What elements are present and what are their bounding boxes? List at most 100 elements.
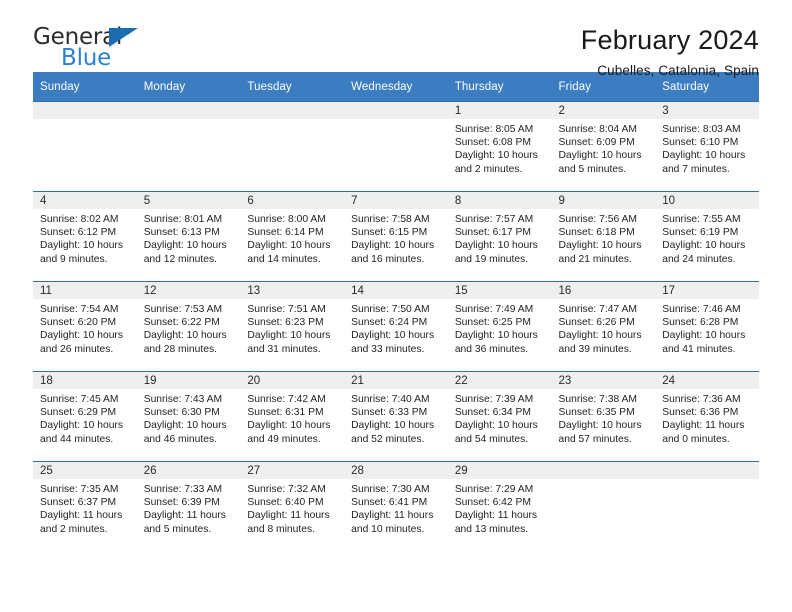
sunset-time: Sunset: 6:19 PM	[662, 227, 739, 239]
daylight-duration-line2: and 31 minutes.	[247, 343, 321, 355]
day-number: 22	[447, 372, 552, 389]
calendar-day-cell[interactable]: 26 Sunrise: 7:33 AM Sunset: 6:39 PM Dayligh…	[136, 461, 241, 551]
daylight-duration-line1: Daylight: 10 hours	[247, 420, 331, 432]
sunrise-time: Sunrise: 7:42 AM	[247, 394, 326, 405]
sunrise-time: Sunrise: 7:39 AM	[454, 394, 534, 405]
daylight-duration-line2: and 2 minutes.	[40, 523, 108, 535]
daylight-duration-line2: and 28 minutes.	[143, 343, 217, 355]
calendar-day-cell[interactable]: 8 Sunrise: 7:57 AM Sunset: 6:17 PM Daylight…	[447, 191, 552, 282]
daylight-duration-line1: Daylight: 11 hours	[247, 510, 330, 522]
day-details: Sunrise: 7:56 AM Sunset: 6:18 PM Daylight:…	[552, 209, 656, 266]
daylight-duration-line2: and 46 minutes.	[143, 433, 217, 445]
calendar-day-cell[interactable]: 6 Sunrise: 8:00 AM Sunset: 6:14 PM Daylight…	[240, 191, 345, 282]
day-number: 26	[136, 462, 241, 479]
sunset-time: Sunset: 6:17 PM	[454, 227, 531, 239]
daylight-duration-line2: and 9 minutes.	[40, 253, 108, 265]
calendar-empty-cell	[655, 461, 759, 551]
calendar-day-cell[interactable]: 4 Sunrise: 8:02 AM Sunset: 6:12 PM Daylight…	[33, 191, 137, 282]
page-header: General Blue February 2024 Cubelles, Cat…	[33, 0, 759, 79]
calendar-day-cell[interactable]: 28 Sunrise: 7:30 AM Sunset: 6:41 PM Dayligh…	[344, 461, 448, 551]
calendar-day-cell[interactable]: 2 Sunrise: 8:04 AM Sunset: 6:09 PM Daylight…	[551, 101, 656, 192]
day-details: Sunrise: 7:33 AM Sunset: 6:39 PM Daylight:…	[137, 479, 241, 536]
day-details: Sunrise: 8:01 AM Sunset: 6:13 PM Daylight:…	[137, 209, 241, 266]
calendar-day-cell[interactable]: 22 Sunrise: 7:39 AM Sunset: 6:34 PM Dayligh…	[447, 371, 552, 462]
calendar-empty-cell	[344, 101, 448, 192]
sunset-time: Sunset: 6:14 PM	[247, 227, 324, 239]
calendar-day-cell[interactable]: 7 Sunrise: 7:58 AM Sunset: 6:15 PM Daylight…	[344, 191, 448, 282]
daylight-duration-line2: and 10 minutes.	[351, 523, 425, 535]
day-details: Sunrise: 7:55 AM Sunset: 6:19 PM Daylight:…	[655, 209, 759, 266]
daylight-duration-line1: Daylight: 10 hours	[454, 240, 538, 252]
sunrise-time: Sunrise: 8:02 AM	[40, 214, 119, 225]
calendar-day-cell[interactable]: 11 Sunrise: 7:54 AM Sunset: 6:20 PM Dayligh…	[33, 281, 137, 372]
daylight-duration-line1: Daylight: 10 hours	[143, 240, 227, 252]
daylight-duration-line1: Daylight: 11 hours	[143, 510, 226, 522]
calendar-day-cell[interactable]: 9 Sunrise: 7:56 AM Sunset: 6:18 PM Daylight…	[551, 191, 656, 282]
day-details: Sunrise: 7:38 AM Sunset: 6:35 PM Daylight:…	[552, 389, 656, 446]
calendar-day-cell[interactable]: 12 Sunrise: 7:53 AM Sunset: 6:22 PM Dayligh…	[136, 281, 241, 372]
sunrise-time: Sunrise: 7:47 AM	[558, 304, 637, 315]
day-number: 27	[240, 462, 345, 479]
day-number: 2	[551, 102, 656, 119]
sunrise-time: Sunrise: 7:56 AM	[558, 214, 637, 225]
calendar-day-cell[interactable]: 29 Sunrise: 7:29 AM Sunset: 6:42 PM Dayligh…	[447, 461, 552, 551]
daylight-duration-line1: Daylight: 10 hours	[454, 150, 538, 162]
daylight-duration-line2: and 41 minutes.	[662, 343, 736, 355]
day-number	[240, 102, 345, 119]
day-number: 15	[447, 282, 552, 299]
calendar-day-cell[interactable]: 19 Sunrise: 7:43 AM Sunset: 6:30 PM Dayligh…	[136, 371, 241, 462]
calendar-day-cell[interactable]: 10 Sunrise: 7:55 AM Sunset: 6:19 PM Dayligh…	[655, 191, 759, 282]
sunset-time: Sunset: 6:34 PM	[454, 407, 531, 419]
calendar-day-cell[interactable]: 21 Sunrise: 7:40 AM Sunset: 6:33 PM Dayligh…	[344, 371, 448, 462]
sunset-time: Sunset: 6:42 PM	[454, 497, 531, 509]
calendar-day-cell[interactable]: 25 Sunrise: 7:35 AM Sunset: 6:37 PM Dayligh…	[33, 461, 137, 551]
sunrise-time: Sunrise: 7:58 AM	[351, 214, 430, 225]
sunrise-sunset-calendar: Sunday Monday Tuesday Wednesday Thursday…	[33, 72, 759, 551]
calendar-day-cell[interactable]: 23 Sunrise: 7:38 AM Sunset: 6:35 PM Dayligh…	[551, 371, 656, 462]
calendar-day-cell[interactable]: 13 Sunrise: 7:51 AM Sunset: 6:23 PM Dayligh…	[240, 281, 345, 372]
sunrise-time: Sunrise: 7:51 AM	[247, 304, 326, 315]
day-details: Sunrise: 7:29 AM Sunset: 6:42 PM Daylight:…	[448, 479, 552, 536]
daylight-duration-line1: Daylight: 10 hours	[662, 150, 746, 162]
daylight-duration-line1: Daylight: 10 hours	[40, 240, 123, 252]
calendar-day-cell[interactable]: 1 Sunrise: 8:05 AM Sunset: 6:08 PM Daylight…	[447, 101, 552, 192]
sunset-time: Sunset: 6:13 PM	[143, 227, 220, 239]
sunset-time: Sunset: 6:41 PM	[351, 497, 428, 509]
daylight-duration-line1: Daylight: 10 hours	[454, 420, 538, 432]
day-number: 12	[136, 282, 241, 299]
calendar-day-cell[interactable]: 5 Sunrise: 8:01 AM Sunset: 6:13 PM Daylight…	[136, 191, 241, 282]
calendar-day-cell[interactable]: 3 Sunrise: 8:03 AM Sunset: 6:10 PM Daylight…	[655, 101, 759, 192]
sunset-time: Sunset: 6:29 PM	[40, 407, 117, 419]
sunrise-time: Sunrise: 7:43 AM	[143, 394, 223, 405]
calendar-empty-cell	[33, 101, 137, 192]
sunset-time: Sunset: 6:24 PM	[351, 317, 428, 329]
daylight-duration-line2: and 36 minutes.	[454, 343, 529, 355]
sunset-time: Sunset: 6:39 PM	[143, 497, 220, 509]
sunset-time: Sunset: 6:30 PM	[143, 407, 220, 419]
daylight-duration-line2: and 44 minutes.	[40, 433, 114, 445]
daylight-duration-line2: and 7 minutes.	[662, 163, 730, 175]
daylight-duration-line1: Daylight: 10 hours	[351, 420, 435, 432]
sunset-time: Sunset: 6:08 PM	[454, 137, 531, 149]
daylight-duration-line1: Daylight: 10 hours	[454, 330, 538, 342]
calendar-day-cell[interactable]: 17 Sunrise: 7:46 AM Sunset: 6:28 PM Dayligh…	[655, 281, 759, 372]
day-details: Sunrise: 7:42 AM Sunset: 6:31 PM Daylight:…	[240, 389, 344, 446]
day-details: Sunrise: 7:30 AM Sunset: 6:41 PM Daylight:…	[344, 479, 448, 536]
sunset-time: Sunset: 6:12 PM	[40, 227, 117, 239]
sunrise-time: Sunrise: 8:05 AM	[454, 124, 534, 135]
general-blue-logo[interactable]: General Blue	[33, 26, 153, 74]
sunrise-time: Sunrise: 8:01 AM	[143, 214, 223, 225]
daylight-duration-line2: and 21 minutes.	[558, 253, 632, 265]
day-details: Sunrise: 7:47 AM Sunset: 6:26 PM Daylight:…	[552, 299, 656, 356]
calendar-day-cell[interactable]: 20 Sunrise: 7:42 AM Sunset: 6:31 PM Dayligh…	[240, 371, 345, 462]
calendar-day-cell[interactable]: 18 Sunrise: 7:45 AM Sunset: 6:29 PM Dayligh…	[33, 371, 137, 462]
calendar-day-cell[interactable]: 15 Sunrise: 7:49 AM Sunset: 6:25 PM Dayligh…	[447, 281, 552, 372]
calendar-day-cell[interactable]: 27 Sunrise: 7:32 AM Sunset: 6:40 PM Dayligh…	[240, 461, 345, 551]
daylight-duration-line2: and 0 minutes.	[662, 433, 730, 445]
calendar-day-cell[interactable]: 14 Sunrise: 7:50 AM Sunset: 6:24 PM Dayligh…	[344, 281, 448, 372]
day-details: Sunrise: 7:43 AM Sunset: 6:30 PM Daylight:…	[137, 389, 241, 446]
calendar-day-cell[interactable]: 24 Sunrise: 7:36 AM Sunset: 6:36 PM Dayligh…	[655, 371, 759, 462]
day-number: 6	[240, 192, 345, 209]
day-details: Sunrise: 7:58 AM Sunset: 6:15 PM Daylight:…	[344, 209, 448, 266]
calendar-day-cell[interactable]: 16 Sunrise: 7:47 AM Sunset: 6:26 PM Dayligh…	[551, 281, 656, 372]
